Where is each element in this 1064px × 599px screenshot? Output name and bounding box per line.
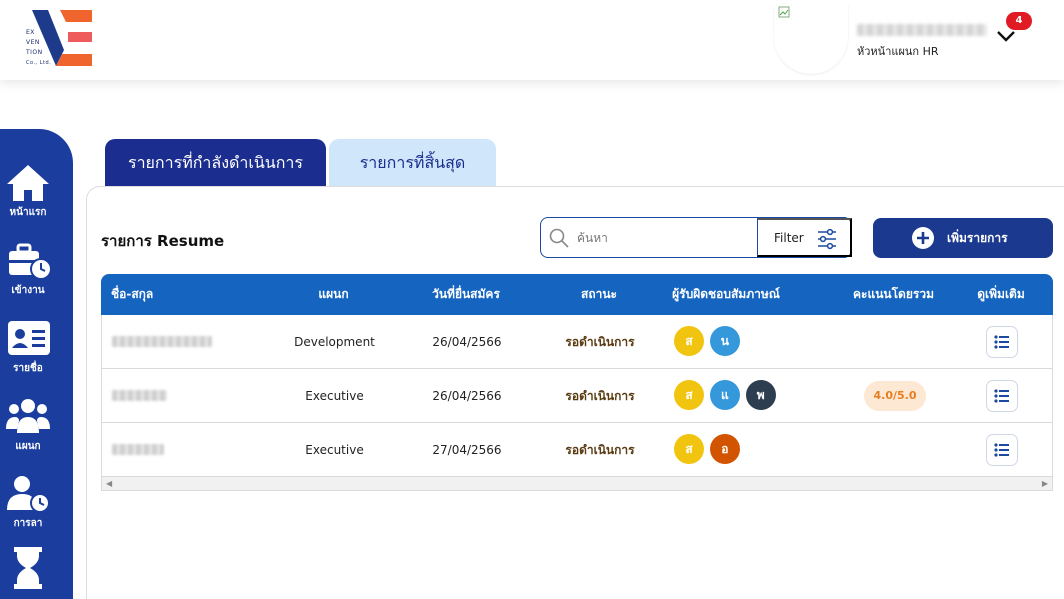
table-row[interactable]: Development 26/04/2566 รอดำเนินการ ส น [101, 315, 1053, 369]
sidebar-item-label: เข้างาน [11, 285, 45, 296]
cell-date: 27/04/2566 [432, 443, 502, 457]
scroll-left-arrow-icon[interactable]: ◀ [106, 479, 112, 488]
sidebar-item-home[interactable]: หน้าแรก [0, 163, 56, 220]
applicant-name-redacted [112, 444, 164, 455]
interviewer-avatars: ส แ พ [674, 380, 778, 412]
interviewer-avatars: ส อ [674, 434, 742, 466]
sidebar-item-label: แผนก [15, 441, 41, 452]
table-row[interactable]: Executive 26/04/2566 รอดำเนินการ ส แ พ 4… [101, 369, 1053, 423]
company-logo[interactable]: EX VEN TION Co., Ltd. [22, 8, 94, 68]
view-details-button[interactable] [986, 434, 1018, 466]
sidebar-item-department[interactable]: แผนก [0, 397, 56, 454]
add-item-button[interactable]: เพิ่มรายการ [873, 218, 1053, 258]
user-name-redacted [857, 24, 987, 36]
cell-date: 26/04/2566 [432, 389, 502, 403]
interviewer-avatar[interactable]: พ [745, 380, 776, 410]
table-row[interactable]: Executive 27/04/2566 รอดำเนินการ ส อ [101, 423, 1053, 477]
tab-completed[interactable]: รายการที่สิ้นสุด [329, 139, 496, 186]
cell-department: Executive [305, 389, 364, 403]
id-card-icon [8, 321, 50, 355]
users-icon [6, 399, 50, 433]
sidebar: หน้าแรก เข้างาน รายชื่อ แผนก การลา [0, 129, 73, 599]
sidebar-item-list[interactable]: รายชื่อ [0, 319, 56, 376]
interviewer-avatar[interactable]: ส [674, 380, 704, 410]
home-icon [7, 165, 49, 201]
interviewer-avatar[interactable]: ส [674, 434, 704, 464]
top-header: EX VEN TION Co., Ltd. หัวหน้าแผนก HR 4 [0, 0, 1064, 80]
user-role: หัวหน้าแผนก HR [857, 45, 939, 58]
add-item-label: เพิ่มรายการ [947, 230, 1008, 245]
cell-department: Development [294, 335, 375, 349]
column-header-name: ชื่อ-สกุล [111, 287, 154, 301]
plus-circle-icon [912, 227, 934, 249]
tab-in-progress[interactable]: รายการที่กำลังดำเนินการ [105, 139, 326, 186]
applicant-name-redacted [112, 390, 167, 401]
logo-text: EX VEN TION Co., Ltd. [26, 28, 51, 68]
list-icon [994, 389, 1009, 403]
interviewer-avatars: ส น [674, 326, 742, 358]
view-details-button[interactable] [986, 326, 1018, 358]
column-header-score: คะแนนโดยรวม [853, 287, 934, 301]
interviewer-avatar[interactable]: ส [674, 326, 704, 356]
sidebar-item-timesheet[interactable] [0, 545, 56, 591]
sidebar-item-label: การลา [13, 518, 43, 529]
interviewer-avatar[interactable]: น [709, 326, 740, 356]
user-clock-icon [7, 476, 50, 513]
column-header-department: แผนก [318, 287, 349, 301]
sliders-icon [818, 228, 836, 250]
filter-button[interactable]: Filter [757, 218, 852, 257]
column-header-interviewers: ผู้รับผิดชอบสัมภาษณ์ [672, 287, 780, 301]
logo-line: Co., Ltd. [26, 60, 52, 66]
list-icon [994, 443, 1009, 457]
sidebar-item-label: หน้าแรก [9, 207, 47, 218]
scroll-right-arrow-icon[interactable]: ▶ [1042, 479, 1048, 488]
hourglass-icon [14, 547, 42, 589]
logo-line: EX [26, 29, 35, 36]
cell-status: รอดำเนินการ [565, 389, 635, 403]
column-header-more: ดูเพิ่มเติม [977, 287, 1025, 301]
logo-line: TION [26, 49, 43, 56]
score-badge: 4.0/5.0 [864, 381, 926, 411]
table-header: ชื่อ-สกุล แผนก วันที่ยื่นสมัคร สถานะ ผู้… [101, 274, 1053, 315]
sidebar-item-label: รายชื่อ [13, 363, 43, 374]
applicant-name-redacted [112, 336, 212, 347]
search-box: Filter [540, 217, 852, 258]
user-avatar[interactable] [774, 4, 848, 74]
notification-badge[interactable]: 4 [1006, 12, 1032, 30]
cell-status: รอดำเนินการ [565, 335, 635, 349]
search-input[interactable] [577, 224, 753, 252]
column-header-status: สถานะ [581, 287, 617, 301]
column-header-date: วันที่ยื่นสมัคร [432, 287, 500, 301]
horizontal-scrollbar[interactable]: ◀ ▶ [101, 477, 1053, 491]
list-icon [994, 335, 1009, 349]
search-icon [549, 228, 569, 248]
sidebar-item-checkin[interactable]: เข้างาน [0, 241, 56, 298]
cell-status: รอดำเนินการ [565, 443, 635, 457]
interviewer-avatar[interactable]: อ [709, 434, 740, 464]
cell-date: 26/04/2566 [432, 335, 502, 349]
view-details-button[interactable] [986, 380, 1018, 412]
briefcase-clock-icon [9, 243, 51, 280]
sidebar-item-leave[interactable]: การลา [0, 474, 56, 531]
cell-department: Executive [305, 443, 364, 457]
logo-line: VEN [26, 39, 40, 46]
resume-table: ชื่อ-สกุล แผนก วันที่ยื่นสมัคร สถานะ ผู้… [101, 274, 1053, 491]
filter-label: Filter [774, 230, 804, 245]
interviewer-avatar[interactable]: แ [709, 380, 740, 410]
broken-image-icon [778, 6, 790, 18]
page-title: รายการ Resume [101, 232, 225, 250]
